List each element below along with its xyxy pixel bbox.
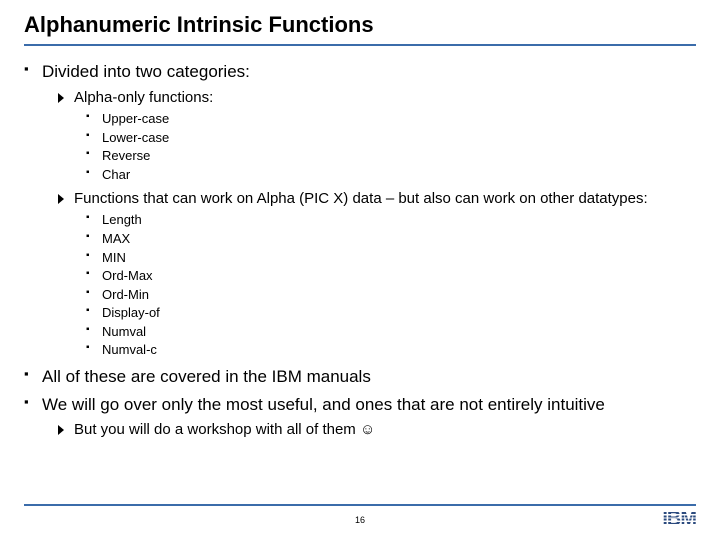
footer-divider [24,504,696,506]
bullet-lvl2: Alpha-only functions: [24,88,696,108]
footer: 16 IBM [0,504,720,532]
footer-row: 16 IBM [0,508,720,532]
page-number: 16 [355,515,365,525]
slide-title: Alphanumeric Intrinsic Functions [24,12,696,46]
bullet-lvl3: Display-of [24,304,696,322]
bullet-lvl2: Functions that can work on Alpha (PIC X)… [24,189,696,209]
bullet-lvl3: Lower-case [24,129,696,147]
bullet-lvl3: Ord-Min [24,286,696,304]
bullet-lvl1: All of these are covered in the IBM manu… [24,365,696,389]
slide: Alphanumeric Intrinsic Functions Divided… [0,0,720,441]
bullet-lvl3: MIN [24,249,696,267]
bullet-lvl3: Upper-case [24,110,696,128]
bullet-lvl3: Numval-c [24,341,696,359]
bullet-lvl3: Reverse [24,147,696,165]
bullet-lvl2: But you will do a workshop with all of t… [24,420,696,440]
ibm-logo-icon: IBM [662,509,696,530]
bullet-lvl1: Divided into two categories: [24,60,696,84]
bullet-lvl2-text: But you will do a workshop with all of t… [74,421,375,438]
bullet-lvl3: Numval [24,323,696,341]
bullet-lvl3: MAX [24,230,696,248]
bullet-lvl3: Length [24,211,696,229]
bullet-lvl3: Char [24,166,696,184]
bullet-lvl3: Ord-Max [24,267,696,285]
bullet-lvl1: We will go over only the most useful, an… [24,393,696,417]
